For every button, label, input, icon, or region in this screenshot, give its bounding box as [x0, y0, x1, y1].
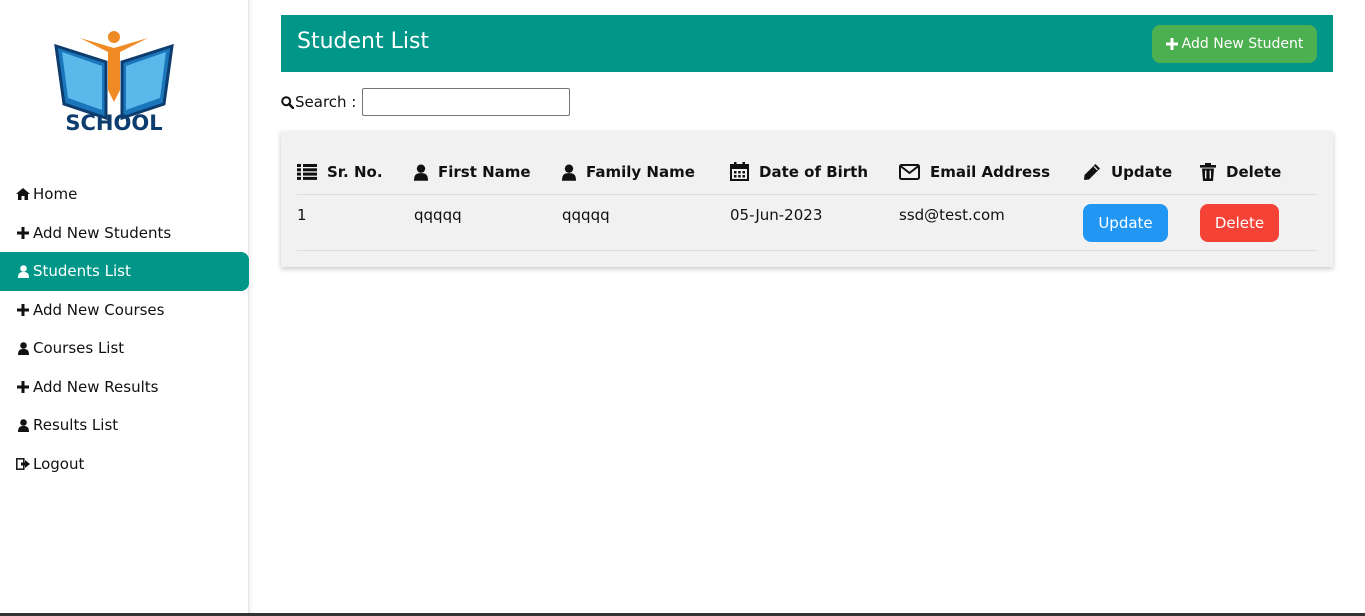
trash-icon: [1200, 162, 1216, 181]
column-header-sr-no[interactable]: Sr. No.: [297, 154, 414, 195]
table-row: 1 qqqqq qqqqq 05-Jun-2023 ssd@test.com U…: [297, 194, 1317, 251]
sidebar-item-add-new-courses[interactable]: Add New Courses: [0, 291, 249, 330]
sidebar-item-label: Add New Students: [33, 223, 172, 242]
sidebar-item-label: Students List: [33, 262, 131, 281]
sidebar-item-label: Add New Courses: [33, 300, 165, 319]
sidebar-item-add-new-results[interactable]: Add New Results: [0, 368, 249, 407]
cell-update: Update: [1083, 194, 1200, 251]
calendar-icon: [730, 162, 749, 182]
search-bar: Search :: [281, 88, 571, 116]
sidebar-item-results-list[interactable]: Results List: [0, 406, 249, 445]
column-header-first-name[interactable]: First Name: [414, 154, 562, 195]
add-new-student-label: Add New Student: [1181, 36, 1304, 52]
search-input[interactable]: [362, 88, 571, 116]
search-label: Search :: [295, 93, 357, 111]
user-icon: [414, 163, 428, 181]
student-table-card: Sr. No. First Name Family Name Date of B…: [281, 131, 1333, 267]
sidebar-item-label: Results List: [33, 416, 119, 435]
sign-out-icon: [15, 457, 31, 470]
logo-text: SCHOOL: [65, 111, 162, 135]
envelope-icon: [899, 164, 920, 181]
plus-icon: [15, 226, 31, 239]
column-header-date-of-birth[interactable]: Date of Birth: [730, 154, 899, 195]
school-logo: SCHOOL: [50, 28, 178, 138]
cell-date-of-birth: 05-Jun-2023: [730, 194, 899, 251]
plus-icon: [1165, 38, 1178, 50]
sidebar-item-courses-list[interactable]: Courses List: [0, 329, 249, 368]
sidebar-item-label: Courses List: [33, 339, 125, 358]
sidebar-nav: Home Add New Students Students List Add …: [0, 175, 249, 483]
sidebar: SCHOOL Home Add New Students Students Li…: [0, 0, 249, 616]
column-header-update[interactable]: Update: [1083, 154, 1200, 195]
cell-email: ssd@test.com: [899, 194, 1083, 251]
user-icon: [15, 264, 31, 278]
student-table: Sr. No. First Name Family Name Date of B…: [297, 154, 1317, 251]
cell-family-name: qqqqq: [562, 194, 730, 251]
plus-icon: [15, 380, 31, 393]
sidebar-item-add-new-students[interactable]: Add New Students: [0, 214, 249, 253]
column-header-delete[interactable]: Delete: [1200, 154, 1317, 195]
add-new-student-button[interactable]: Add New Student: [1152, 25, 1317, 63]
search-icon: [281, 95, 294, 109]
column-header-family-name[interactable]: Family Name: [562, 154, 730, 195]
list-icon: [297, 164, 317, 181]
table-header-row: Sr. No. First Name Family Name Date of B…: [297, 154, 1317, 195]
delete-button[interactable]: Delete: [1200, 203, 1279, 242]
plus-icon: [15, 303, 31, 316]
user-icon: [15, 341, 31, 355]
page-header: Student List Add New Student: [281, 15, 1333, 72]
sidebar-item-students-list[interactable]: Students List: [0, 252, 249, 291]
page-title: Student List: [297, 29, 430, 54]
sidebar-item-label: Home: [33, 185, 78, 204]
cell-sr-no: 1: [297, 194, 414, 251]
sidebar-item-home[interactable]: Home: [0, 175, 249, 214]
sidebar-item-logout[interactable]: Logout: [0, 445, 249, 484]
update-button[interactable]: Update: [1083, 203, 1168, 242]
cell-delete: Delete: [1200, 194, 1317, 251]
user-icon: [562, 163, 576, 181]
sidebar-item-label: Add New Results: [33, 377, 159, 396]
cell-first-name: qqqqq: [414, 194, 562, 251]
pencil-icon: [1084, 163, 1100, 180]
column-header-email-address[interactable]: Email Address: [899, 154, 1083, 195]
user-icon: [15, 418, 31, 432]
home-icon: [15, 188, 31, 201]
sidebar-item-label: Logout: [33, 454, 85, 473]
